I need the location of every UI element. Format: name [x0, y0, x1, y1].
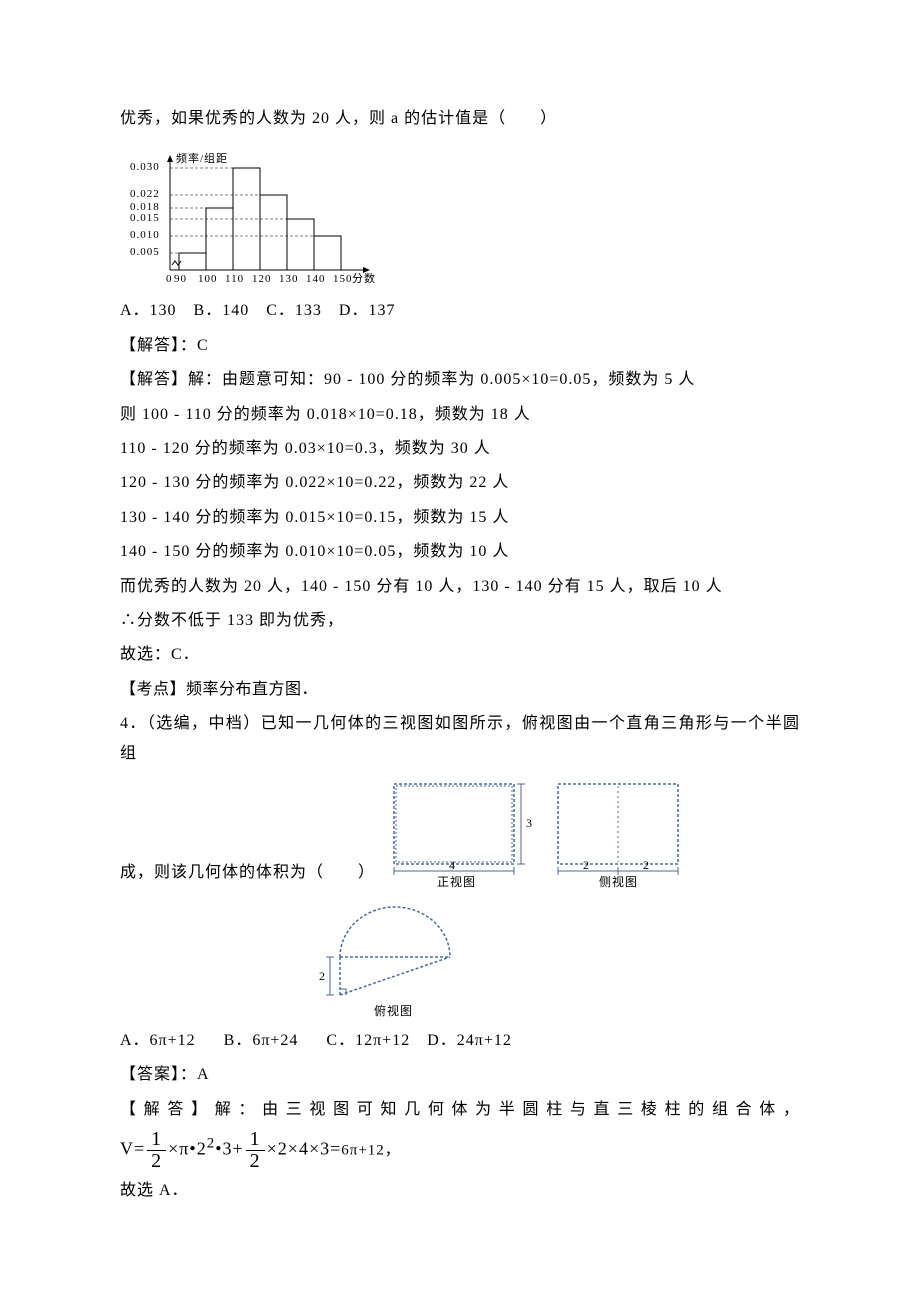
svg-text:110: 110 [225, 273, 244, 285]
svg-text:4: 4 [449, 858, 456, 872]
q4-side-view: 2 2 侧视图 [543, 774, 693, 889]
formula-prefix: V= [120, 1139, 145, 1159]
q3-answer-label: 【解答】：C [120, 331, 800, 361]
formula-sup: 2 [207, 1136, 216, 1152]
q4-sol-intro: 【解答】解：由三视图可知几何体为半圆柱与直三棱柱的组合体， [120, 1095, 800, 1125]
q3-histogram: 0.030 0.022 0.018 0.015 0.010 0.005 0 9 [120, 140, 800, 290]
q4-figure-row: 成，则该几何体的体积为（ ） 4 3 正视图 [120, 774, 800, 889]
svg-text:0.010: 0.010 [130, 229, 160, 241]
q3-sol-2: 则 100 - 110 分的频率为 0.018×10=0.18，频数为 18 人 [120, 400, 800, 430]
q3-sol-3: 110 - 120 分的频率为 0.03×10=0.3，频数为 30 人 [120, 434, 800, 464]
q3-sol-8: ∴分数不低于 133 即为优秀， [120, 606, 800, 636]
svg-text:2: 2 [583, 858, 590, 872]
svg-text:2: 2 [643, 858, 650, 872]
svg-text:150: 150 [333, 273, 353, 285]
svg-text:90: 90 [174, 273, 187, 285]
q3-kaopoint: 【考点】频率分布直方图． [120, 675, 800, 705]
svg-text:正视图: 正视图 [437, 874, 476, 889]
svg-text:120: 120 [252, 273, 272, 285]
q3-sol-1: 【解答】解：由题意可知：90 - 100 分的频率为 0.005×10=0.05… [120, 365, 800, 395]
document-page: 优秀，如果优秀的人数为 20 人，则 a 的估计值是（ ） 0.030 0.02… [0, 0, 920, 1302]
svg-text:0: 0 [166, 273, 173, 285]
svg-text:100: 100 [198, 273, 218, 285]
svg-text:分数: 分数 [352, 272, 376, 285]
q3-sol-6: 140 - 150 分的频率为 0.010×10=0.05，频数为 10 人 [120, 537, 800, 567]
q3-sol-7: 而优秀的人数为 20 人，140 - 150 分有 10 人，130 - 140… [120, 572, 800, 602]
q3-stem: 优秀，如果优秀的人数为 20 人，则 a 的估计值是（ ） [120, 104, 800, 134]
svg-text:俯视图: 俯视图 [374, 1003, 413, 1018]
svg-text:0.030: 0.030 [130, 161, 160, 173]
formula-mid2: •3+ [215, 1139, 243, 1159]
svg-text:0.015: 0.015 [130, 212, 160, 224]
q3-sol-9: 故选：C． [120, 640, 800, 670]
svg-text:0.005: 0.005 [130, 246, 160, 258]
formula-mid1: ×π•2 [168, 1139, 207, 1159]
q4-top-view: 2 俯视图 [310, 895, 800, 1020]
formula-tail: 6π+12， [341, 1143, 401, 1159]
svg-text:0.022: 0.022 [130, 188, 160, 200]
fraction-2: 12 [246, 1129, 265, 1172]
q4-sol-end: 故选 A． [120, 1176, 800, 1206]
q4-stem-part-b: 成，则该几何体的体积为（ ） [120, 858, 375, 888]
svg-text:140: 140 [306, 273, 326, 285]
q4-front-view: 4 3 正视图 [379, 774, 539, 889]
svg-text:频率/组距: 频率/组距 [176, 151, 228, 165]
q3-sol-5: 130 - 140 分的频率为 0.015×10=0.15，频数为 15 人 [120, 503, 800, 533]
q3-choices: A．130 B．140 C．133 D．137 [120, 296, 800, 326]
fraction-1: 12 [147, 1129, 166, 1172]
svg-text:3: 3 [526, 816, 533, 830]
q4-answer-label: 【答案】：A [120, 1060, 800, 1090]
svg-text:侧视图: 侧视图 [599, 874, 638, 889]
formula-mid3: ×2×4×3= [267, 1139, 342, 1159]
q3-sol-4: 120 - 130 分的频率为 0.022×10=0.22，频数为 22 人 [120, 468, 800, 498]
q4-stem-part-a: 4．（选编，中档）已知一几何体的三视图如图所示，俯视图由一个直角三角形与一个半圆… [120, 709, 800, 770]
svg-text:130: 130 [279, 273, 299, 285]
svg-text:2: 2 [319, 969, 326, 983]
q4-formula: V=12×π•22•3+12×2×4×3=6π+12， [120, 1129, 800, 1172]
q4-choices: A．6π+12 B．6π+24 C．12π+12 D．24π+12 [120, 1026, 800, 1056]
